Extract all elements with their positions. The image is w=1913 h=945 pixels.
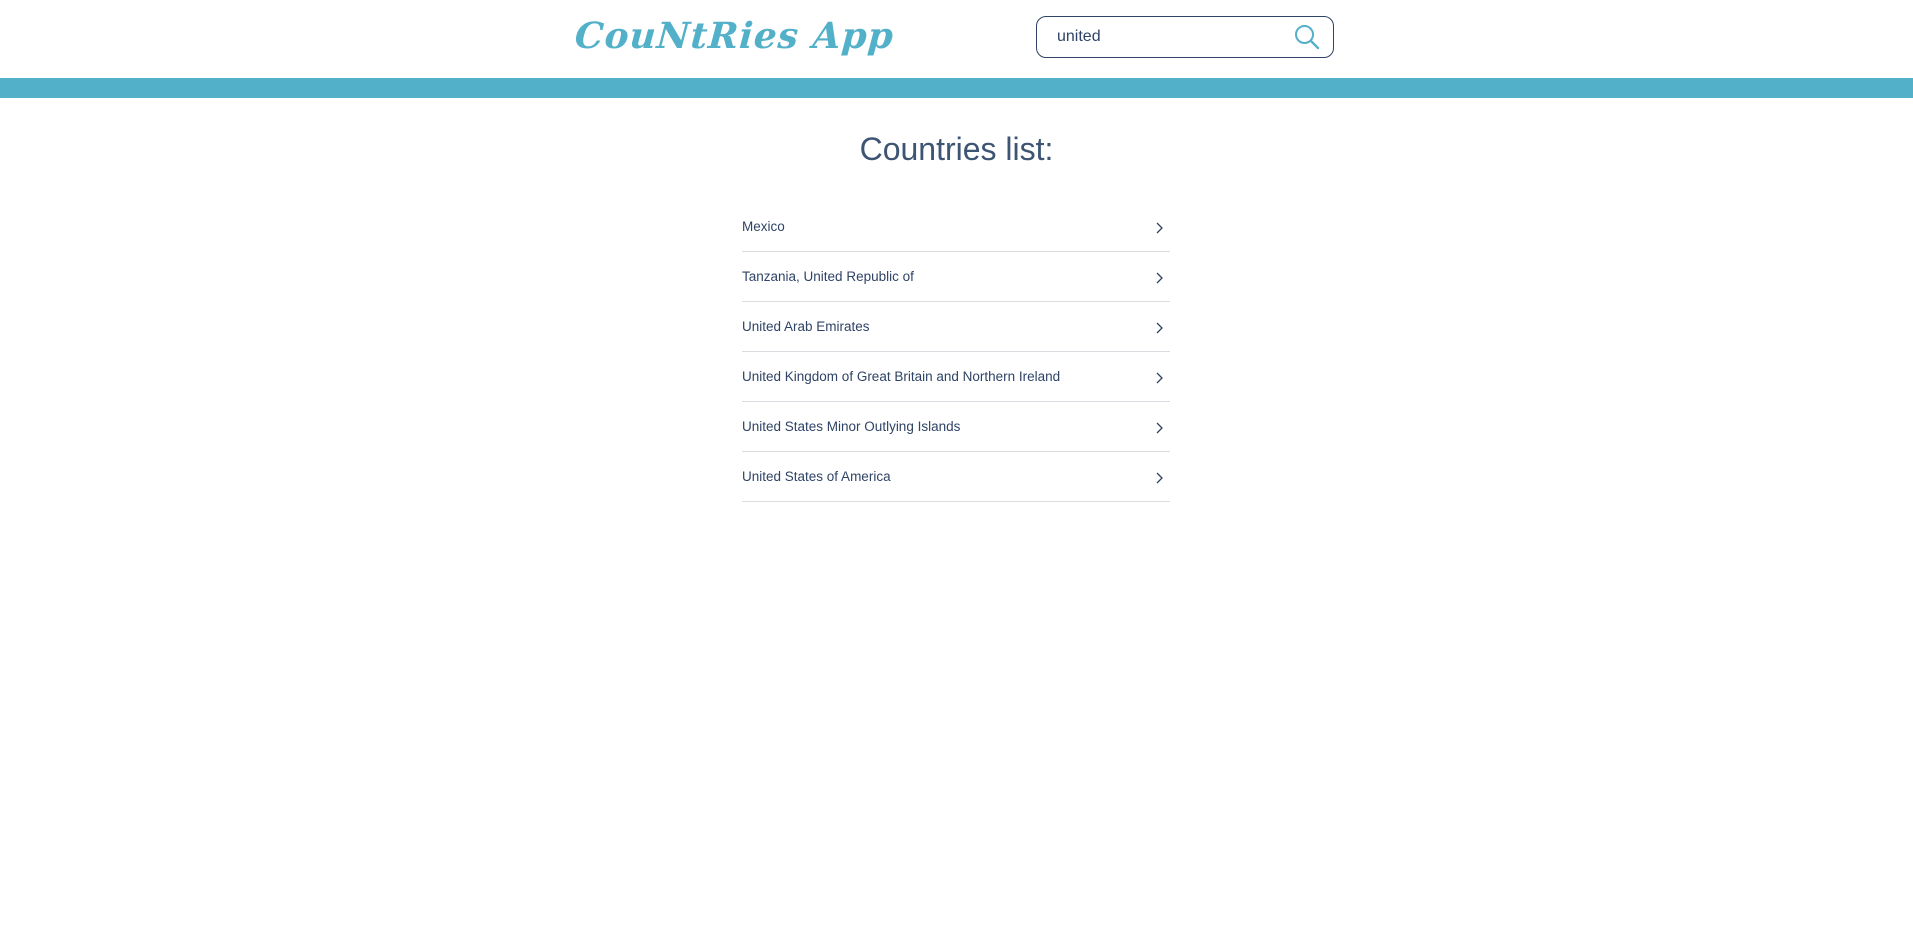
search-icon[interactable] [1293,23,1321,51]
chevron-right-icon [1156,272,1163,284]
chevron-right-icon [1156,372,1163,384]
accent-band [0,78,1913,98]
country-name: United States Minor Outlying Islands [742,419,961,434]
chevron-right-icon [1156,422,1163,434]
search-bar[interactable] [1036,16,1334,58]
country-name: United Kingdom of Great Britain and Nort… [742,369,1061,384]
country-list-item[interactable]: United Kingdom of Great Britain and Nort… [742,352,1170,402]
country-list-item[interactable]: United States Minor Outlying Islands [742,402,1170,452]
country-list-item[interactable]: Mexico [742,202,1170,252]
country-list-item[interactable]: United States of America [742,452,1170,502]
chevron-right-icon [1156,472,1163,484]
country-list: Mexico Tanzania, United Republic of Unit… [742,202,1170,502]
search-input[interactable] [1057,17,1277,57]
country-name: Mexico [742,219,785,234]
chevron-right-icon [1156,222,1163,234]
country-name: Tanzania, United Republic of [742,269,914,284]
country-name: United States of America [742,469,891,484]
country-name: United Arab Emirates [742,319,870,334]
app-logo[interactable]: CouNtRies App [573,12,896,60]
chevron-right-icon [1156,322,1163,334]
app-header: CouNtRies App [0,0,1913,78]
page-title: Countries list: [859,131,1054,167]
country-list-item[interactable]: Tanzania, United Republic of [742,252,1170,302]
country-list-item[interactable]: United Arab Emirates [742,302,1170,352]
